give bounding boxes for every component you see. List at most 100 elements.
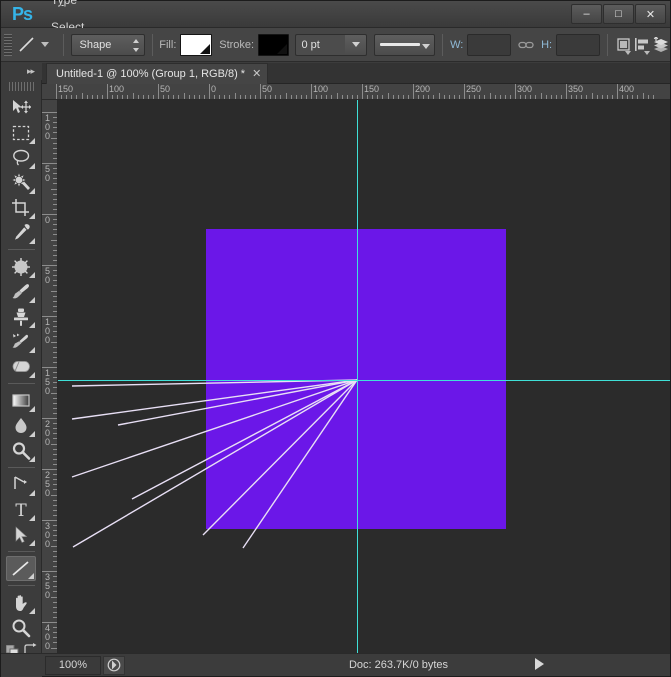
dodge-tool[interactable] [6, 438, 36, 463]
ruler-tick [382, 95, 384, 99]
document-tab[interactable]: Untitled-1 @ 100% (Group 1, RGB/8) * ✕ [46, 63, 269, 84]
maximize-button[interactable]: □ [603, 4, 634, 24]
document-thumbnail-icon[interactable] [103, 655, 125, 675]
eraser-icon [11, 359, 31, 375]
move-tool[interactable] [6, 95, 36, 120]
options-bar-grip[interactable] [4, 33, 12, 56]
ruler-tick [642, 93, 644, 99]
ruler-tick [53, 372, 57, 374]
pen-tool[interactable] [6, 472, 36, 497]
clone-stamp-tool[interactable] [6, 304, 36, 329]
ruler-label-h: 350 [568, 84, 584, 94]
document-info-text: Doc: 263.7K/0 bytes [348, 659, 449, 671]
path-arrangement-icon[interactable] [652, 32, 670, 58]
ruler-tick [53, 499, 57, 501]
fan-line[interactable] [131, 379, 358, 500]
ruler-label-v: 50 [44, 266, 50, 285]
spot-healing-brush-tool[interactable] [6, 254, 36, 279]
hand-tool[interactable] [6, 590, 36, 615]
gradient-tool[interactable] [6, 388, 36, 413]
close-icon[interactable]: ✕ [252, 68, 261, 80]
ruler-tick [51, 239, 57, 241]
ruler-tick [61, 95, 63, 99]
ruler-tick [392, 95, 394, 99]
width-input[interactable] [467, 33, 512, 56]
ruler-tick [53, 208, 57, 210]
blur-tool[interactable] [6, 413, 36, 438]
horizontal-ruler[interactable]: 150 100 50 0 50 100 150 200 250 300 350 400 [42, 84, 670, 100]
ruler-tick [53, 627, 57, 629]
play-triangle-icon[interactable] [535, 657, 544, 670]
vertical-ruler[interactable]: 100 50 0 50 100 150 200 250 300 350 400 [42, 100, 58, 653]
tool-options-bar: Shape Fill: Stroke: 0 pt W: H: [1, 28, 670, 62]
eyedropper-tool[interactable] [6, 220, 36, 245]
path-selection-tool[interactable] [6, 522, 36, 547]
fan-line[interactable] [117, 379, 358, 426]
canvas-area[interactable] [58, 100, 670, 653]
ruler-tick [53, 142, 57, 144]
fill-color-swatch[interactable] [180, 33, 212, 56]
chain-link-icon[interactable] [518, 40, 534, 50]
magic-wand-tool[interactable] [6, 170, 36, 195]
zoom-tool[interactable] [6, 615, 36, 640]
ruler-tick [53, 178, 57, 180]
ruler-tick [311, 84, 312, 99]
shape-mode-select[interactable]: Shape [70, 33, 145, 56]
close-button[interactable]: ✕ [635, 4, 666, 24]
ruler-tick [53, 586, 57, 588]
ruler-tick [509, 95, 511, 99]
ruler-label-h: 0 [211, 84, 217, 94]
stroke-width-dropdown[interactable] [345, 33, 368, 56]
width-label: W: [450, 38, 464, 51]
stroke-width-input[interactable]: 0 pt [295, 33, 346, 56]
ruler-tick [53, 147, 57, 149]
tools-panel-collapse-button[interactable]: ▸▸ [1, 63, 42, 80]
ruler-tick [53, 280, 57, 282]
ruler-tick [51, 137, 57, 139]
ruler-tick [474, 95, 476, 99]
tool-flyout-corner-icon [29, 272, 35, 278]
eraser-tool[interactable] [6, 354, 36, 379]
minimize-button[interactable]: – [571, 4, 602, 24]
tool-flyout-corner-icon [29, 540, 35, 546]
stroke-color-swatch[interactable] [258, 33, 290, 56]
ruler-tick [469, 95, 471, 99]
fan-line[interactable] [71, 379, 358, 420]
type-tool[interactable]: T [6, 497, 36, 522]
path-alignment-icon[interactable] [633, 32, 651, 58]
ruler-tick [81, 93, 83, 99]
fan-line[interactable] [242, 379, 358, 549]
ruler-tick [53, 458, 57, 460]
ruler-tick [239, 95, 241, 99]
ruler-tick [560, 95, 562, 99]
ruler-tick [571, 95, 573, 99]
ruler-tick [53, 229, 57, 231]
divider [151, 33, 153, 56]
divider [442, 33, 444, 56]
ruler-tick [53, 632, 57, 634]
ruler-tick [122, 95, 124, 99]
fan-line[interactable] [71, 379, 358, 478]
line-fan-group[interactable] [58, 100, 670, 653]
brush-tool[interactable] [6, 279, 36, 304]
history-brush-tool[interactable] [6, 329, 36, 354]
ruler-tick [280, 95, 282, 99]
ruler-tick [346, 95, 348, 99]
vertical-guide[interactable] [357, 100, 358, 653]
brush-icon [11, 282, 31, 302]
height-input[interactable] [556, 33, 600, 56]
zoom-level-input[interactable]: 100% [45, 655, 101, 675]
line-tool[interactable] [6, 556, 36, 581]
crop-tool[interactable] [6, 195, 36, 220]
rectangular-marquee-tool[interactable] [6, 120, 36, 145]
menu-item-type[interactable]: Type [43, 0, 102, 14]
move-icon [11, 98, 31, 118]
horizontal-guide[interactable] [58, 380, 670, 381]
lasso-tool[interactable] [6, 145, 36, 170]
tool-preset-chevron-down-icon[interactable] [40, 42, 49, 47]
tools-panel-grip[interactable] [8, 82, 34, 91]
line-tool-icon[interactable] [16, 32, 39, 58]
path-operations-icon[interactable] [615, 32, 633, 58]
ruler-tick [586, 95, 588, 99]
stroke-style-dropdown[interactable] [373, 33, 436, 56]
